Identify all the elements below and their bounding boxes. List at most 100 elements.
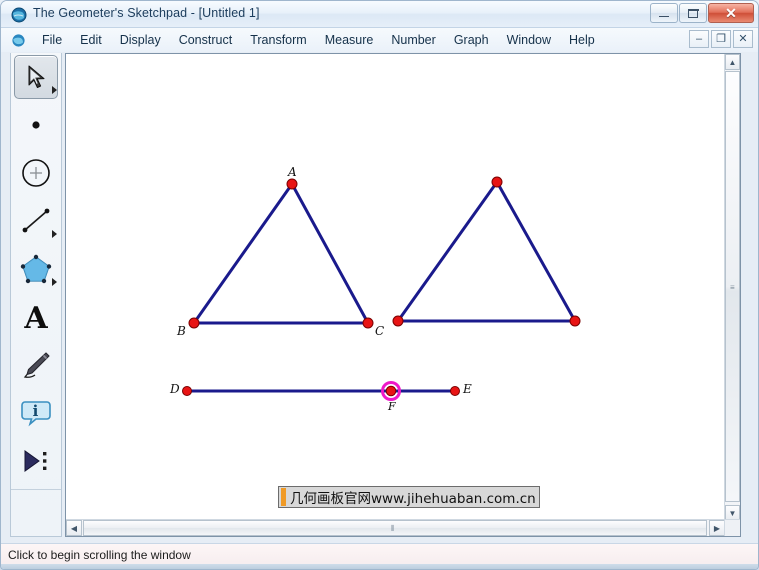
sketch-canvas-container[interactable]: A B C D E F 几何画板官网www.jihehuaban.com.cn … xyxy=(65,53,741,537)
sketch-canvas[interactable]: A B C D E F 几何画板官网www.jihehuaban.com.cn xyxy=(66,54,725,521)
menu-item-measure[interactable]: Measure xyxy=(316,30,383,51)
point-d xyxy=(182,386,192,396)
marker-tool[interactable] xyxy=(11,341,61,389)
scroll-grip-icon: ⦀ xyxy=(391,524,395,533)
arrow-cursor-icon xyxy=(28,65,45,88)
document-restore-button[interactable]: ❐ xyxy=(711,30,731,48)
menu-bar: File Edit Display Construct Transform Me… xyxy=(1,28,758,53)
vertical-scrollbar[interactable]: ▲ ≡ ▼ xyxy=(724,54,740,521)
custom-tool[interactable] xyxy=(11,437,61,485)
tool-palette: A i xyxy=(10,53,62,537)
menu-item-construct[interactable]: Construct xyxy=(170,30,242,51)
menu-item-help[interactable]: Help xyxy=(560,30,604,51)
segment-ab xyxy=(192,183,294,324)
tool-separator xyxy=(11,489,61,490)
flyout-arrow-icon[interactable] xyxy=(52,86,57,94)
geometry-layer xyxy=(182,176,581,401)
scroll-left-button[interactable]: ◀ xyxy=(66,520,82,536)
text-tool[interactable]: A xyxy=(11,293,61,341)
point-apex xyxy=(491,176,503,188)
window-title: The Geometer's Sketchpad - [Untitled 1] xyxy=(33,6,260,20)
point-label-d: D xyxy=(170,382,180,396)
point-label-f: F xyxy=(388,400,396,413)
close-icon: ✕ xyxy=(725,5,737,21)
horizontal-scroll-thumb[interactable]: ⦀ xyxy=(83,520,707,536)
point-tool[interactable] xyxy=(11,101,61,149)
point-a xyxy=(286,178,298,190)
restore-icon: ❐ xyxy=(716,32,726,45)
menu-item-transform[interactable]: Transform xyxy=(241,30,316,51)
chevron-right-icon: ▶ xyxy=(713,523,721,533)
compass-tool[interactable] xyxy=(11,149,61,197)
window-bottom-edge xyxy=(1,564,758,569)
chevron-left-icon: ◀ xyxy=(70,523,78,533)
watermark-badge: 几何画板官网www.jihehuaban.com.cn xyxy=(278,486,540,508)
maximize-icon xyxy=(688,8,698,18)
point-bottom-right xyxy=(569,315,581,327)
point-label-e: E xyxy=(463,382,472,396)
title-bar[interactable]: The Geometer's Sketchpad - [Untitled 1] … xyxy=(1,1,758,28)
document-icon[interactable] xyxy=(11,33,26,48)
point-b xyxy=(188,317,200,329)
menu-item-file[interactable]: File xyxy=(33,30,71,51)
maximize-button[interactable] xyxy=(679,3,707,23)
information-tool[interactable]: i xyxy=(11,389,61,437)
segment-right xyxy=(495,181,577,322)
application-window: The Geometer's Sketchpad - [Untitled 1] … xyxy=(0,0,759,570)
triangle-unlabeled xyxy=(392,176,581,327)
point-dot-icon xyxy=(32,121,40,129)
point-f xyxy=(385,385,397,397)
menu-item-edit[interactable]: Edit xyxy=(71,30,111,51)
status-bar: Click to begin scrolling the window xyxy=(1,543,758,565)
scroll-up-button[interactable]: ▲ xyxy=(725,54,740,70)
menu-item-display[interactable]: Display xyxy=(111,30,170,51)
svg-text:i: i xyxy=(33,402,39,420)
triangle-abc xyxy=(188,178,374,329)
minimize-button[interactable] xyxy=(650,3,678,23)
minimize-icon: – xyxy=(695,32,703,45)
sketchpad-globe-icon xyxy=(11,7,27,23)
watermark-accent-bar xyxy=(281,488,286,506)
scroll-grip-icon: ≡ xyxy=(730,283,735,292)
chevron-down-icon: ▼ xyxy=(728,508,737,518)
arrow-select-tool[interactable] xyxy=(11,53,61,101)
work-area: A i A B C D E F 几何画板官网www.jihehuaban.com… xyxy=(1,52,758,543)
scroll-right-button[interactable]: ▶ xyxy=(709,520,725,536)
menu-item-number[interactable]: Number xyxy=(382,30,444,51)
scrollbar-corner xyxy=(724,519,740,536)
point-bottom-left xyxy=(392,315,404,327)
minimize-icon xyxy=(659,10,669,17)
vertical-scroll-thumb[interactable]: ≡ xyxy=(725,71,740,502)
segment-line-icon xyxy=(22,208,50,233)
document-minimize-button[interactable]: – xyxy=(689,30,709,48)
mdi-button-group: – ❐ ✕ xyxy=(687,30,753,48)
segment-de-group xyxy=(182,381,460,401)
status-message: Click to begin scrolling the window xyxy=(8,547,191,562)
point-c xyxy=(362,317,374,329)
watermark-text: 几何画板官网www.jihehuaban.com.cn xyxy=(290,491,536,507)
circle-compass-icon xyxy=(22,159,50,187)
horizontal-scrollbar[interactable]: ◀ ⦀ ▶ xyxy=(66,519,725,536)
document-close-button[interactable]: ✕ xyxy=(733,30,753,48)
menu-item-window[interactable]: Window xyxy=(498,30,560,51)
chevron-up-icon: ▲ xyxy=(728,57,737,67)
polygon-tool[interactable] xyxy=(11,245,61,293)
play-triangle-dots-icon xyxy=(24,450,47,472)
segment-ac xyxy=(290,183,370,324)
point-e xyxy=(450,386,460,396)
vertex-label-a: A xyxy=(288,165,297,179)
letter-a-icon: A xyxy=(23,301,48,333)
segment-left xyxy=(396,181,499,322)
svg-text:A: A xyxy=(23,301,48,333)
vertex-label-b: B xyxy=(177,324,186,338)
pentagon-polygon-icon xyxy=(20,254,52,284)
vertex-label-c: C xyxy=(375,324,385,338)
straightedge-tool[interactable] xyxy=(11,197,61,245)
flyout-arrow-icon[interactable] xyxy=(52,278,57,286)
flyout-arrow-icon[interactable] xyxy=(52,230,57,238)
menu-item-graph[interactable]: Graph xyxy=(445,30,498,51)
close-icon: ✕ xyxy=(738,32,748,45)
caption-button-group: ✕ xyxy=(649,3,754,24)
pen-marker-icon xyxy=(23,352,50,378)
close-button[interactable]: ✕ xyxy=(708,3,754,23)
